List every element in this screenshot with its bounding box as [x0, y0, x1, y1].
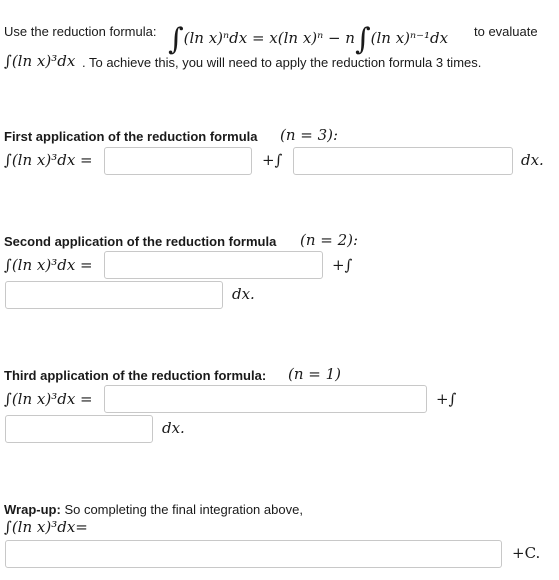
first-integrand-input[interactable] [293, 147, 513, 175]
third-dx: dx. [162, 419, 185, 437]
third-heading: Third application of the reduction formu… [4, 368, 267, 383]
third-lhs: ∫(ln x)³dx = [4, 390, 93, 408]
first-lhs: ∫(ln x)³dx = [4, 151, 93, 169]
third-term-input[interactable] [104, 385, 427, 413]
third-plus-int: +∫ [436, 390, 457, 408]
wrap-text: So completing the final integration abov… [64, 502, 303, 517]
first-term-input[interactable] [104, 147, 252, 175]
second-n: (n = 2): [300, 231, 359, 249]
wrap-lhs: ∫(ln x)³dx= [4, 518, 88, 536]
intro-prefix: Use the reduction formula: [4, 24, 157, 39]
second-dx: dx. [232, 285, 255, 303]
first-dx: dx. [521, 151, 544, 169]
intro-line2: . To achieve this, you will need to appl… [82, 55, 482, 70]
third-n: (n = 1) [288, 365, 342, 383]
wrap-heading: Wrap-up: [4, 502, 61, 517]
reduction-formula: ∫(ln x)ⁿdx = x(ln x)ⁿ − n∫(ln x)ⁿ⁻¹dx [168, 16, 449, 57]
intro-suffix: to evaluate [474, 24, 538, 39]
first-plus-int: +∫ [262, 151, 283, 169]
target-integral: ∫(ln x)³dx [4, 52, 76, 70]
second-lhs: ∫(ln x)³dx = [4, 256, 93, 274]
third-integrand-input[interactable] [5, 415, 153, 443]
second-heading: Second application of the reduction form… [4, 234, 277, 249]
formula-lhs: (ln x)ⁿdx = x(ln x)ⁿ − n [183, 29, 355, 47]
formula-rhs: (ln x)ⁿ⁻¹dx [370, 29, 449, 47]
first-heading: First application of the reduction formu… [4, 129, 258, 144]
first-n: (n = 3): [280, 126, 339, 144]
second-term-input[interactable] [104, 251, 323, 279]
second-plus-int: +∫ [332, 256, 353, 274]
wrap-line: Wrap-up: So completing the final integra… [4, 502, 303, 517]
integral-sign: ∫ [168, 22, 184, 57]
final-answer-input[interactable] [5, 540, 502, 568]
constant-label: +C. [512, 544, 541, 562]
integral-sign: ∫ [354, 22, 371, 57]
second-integrand-input[interactable] [5, 281, 223, 309]
